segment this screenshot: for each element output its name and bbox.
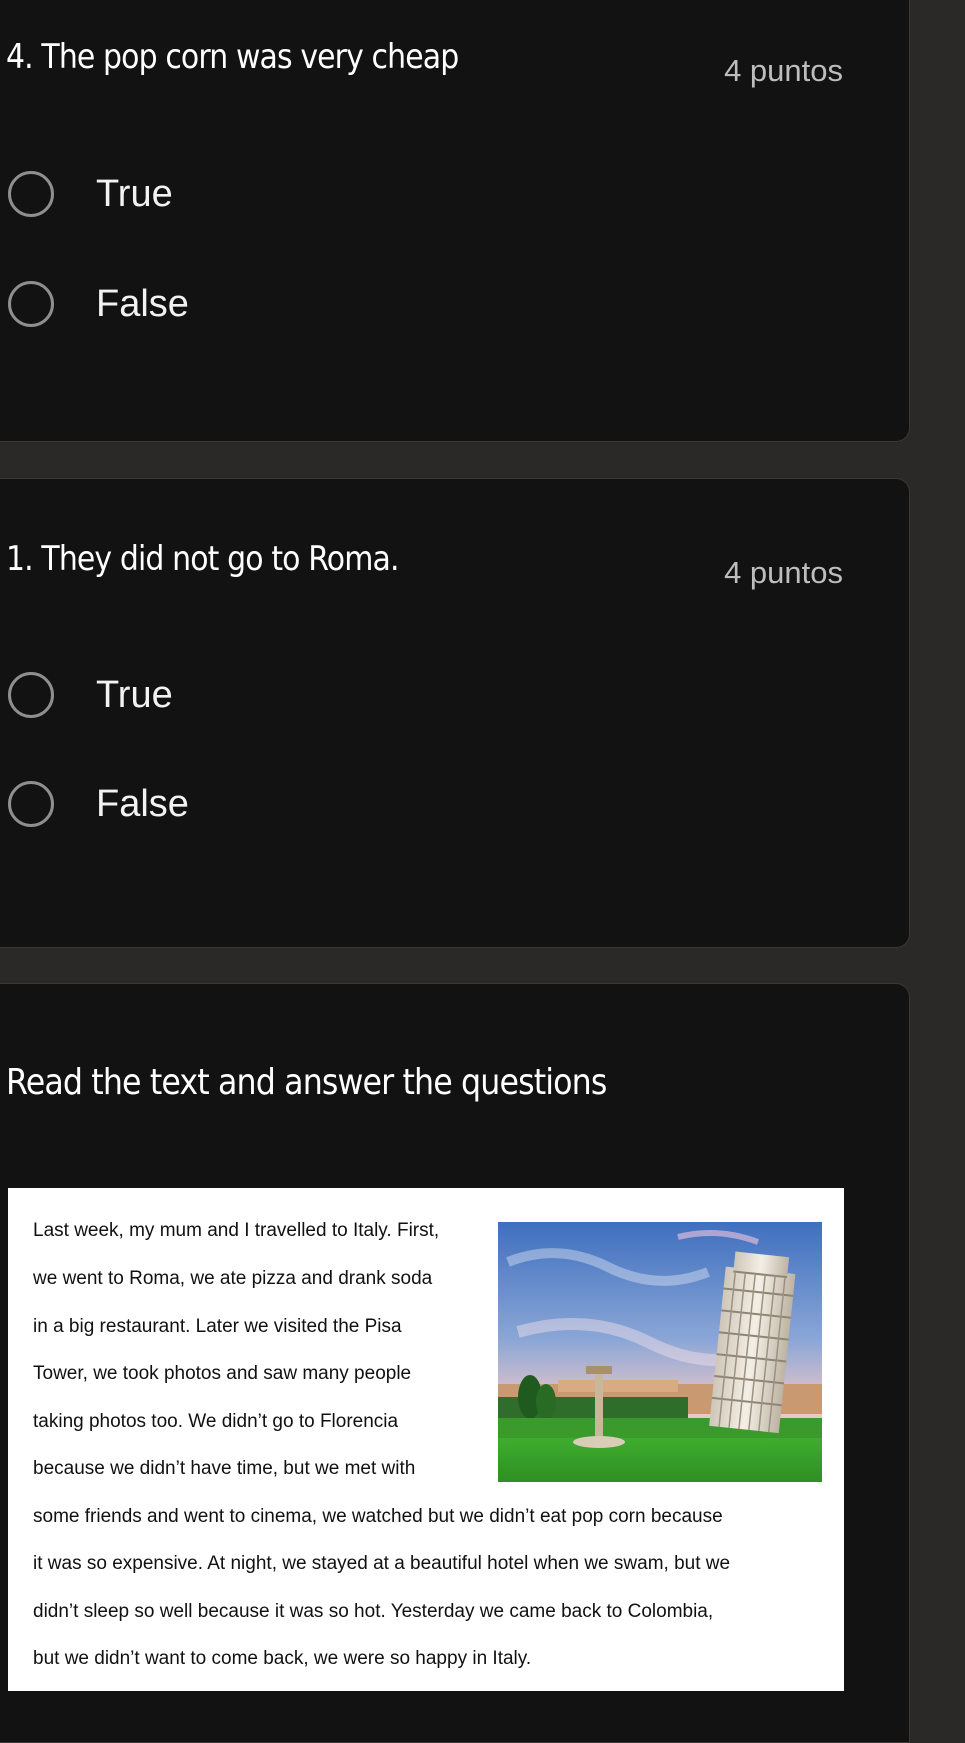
radio-button[interactable] bbox=[8, 171, 54, 217]
question-card-1: 1. They did not go to Roma. 4 puntos Tru… bbox=[0, 478, 910, 948]
option-label: False bbox=[96, 282, 189, 325]
passage-line: didn’t sleep so well because it was so h… bbox=[33, 1601, 714, 1622]
option-label: False bbox=[96, 782, 189, 825]
question-points: 4 puntos bbox=[724, 53, 843, 88]
passage-line: Tower, we took photos and saw many peopl… bbox=[33, 1363, 412, 1384]
option-label: True bbox=[96, 673, 173, 716]
section-title: Read the text and answer the questions bbox=[6, 1062, 607, 1103]
passage-line: but we didn’t want to come back, we were… bbox=[33, 1648, 532, 1669]
question-card-4: 4. The pop corn was very cheap 4 puntos … bbox=[0, 0, 910, 442]
passage-line: Last week, my mum and I travelled to Ita… bbox=[33, 1220, 440, 1241]
option-false[interactable]: False bbox=[8, 277, 189, 331]
question-title: 1. They did not go to Roma. bbox=[6, 539, 399, 579]
passage-line: in a big restaurant. Later we visited th… bbox=[33, 1316, 402, 1337]
radio-button[interactable] bbox=[8, 781, 54, 827]
option-true[interactable]: True bbox=[8, 668, 173, 722]
option-false[interactable]: False bbox=[8, 777, 189, 831]
radio-button[interactable] bbox=[8, 672, 54, 718]
radio-button[interactable] bbox=[8, 281, 54, 327]
passage-line: because we didn’t have time, but we met … bbox=[33, 1458, 416, 1479]
passage-line: some friends and went to cinema, we watc… bbox=[33, 1506, 723, 1527]
question-title: 4. The pop corn was very cheap bbox=[6, 37, 459, 77]
passage-line: taking photos too. We didn’t go to Flore… bbox=[33, 1411, 399, 1432]
passage-line: we went to Roma, we ate pizza and drank … bbox=[33, 1268, 433, 1289]
option-label: True bbox=[96, 172, 173, 215]
leaning-tower-of-pisa-photo bbox=[498, 1222, 822, 1482]
option-true[interactable]: True bbox=[8, 167, 173, 221]
reading-passage-image: Last week, my mum and I travelled to Ita… bbox=[8, 1188, 844, 1691]
reading-section-card: Read the text and answer the questions L… bbox=[0, 983, 910, 1743]
passage-line: it was so expensive. At night, we stayed… bbox=[33, 1553, 731, 1574]
question-points: 4 puntos bbox=[724, 555, 843, 590]
